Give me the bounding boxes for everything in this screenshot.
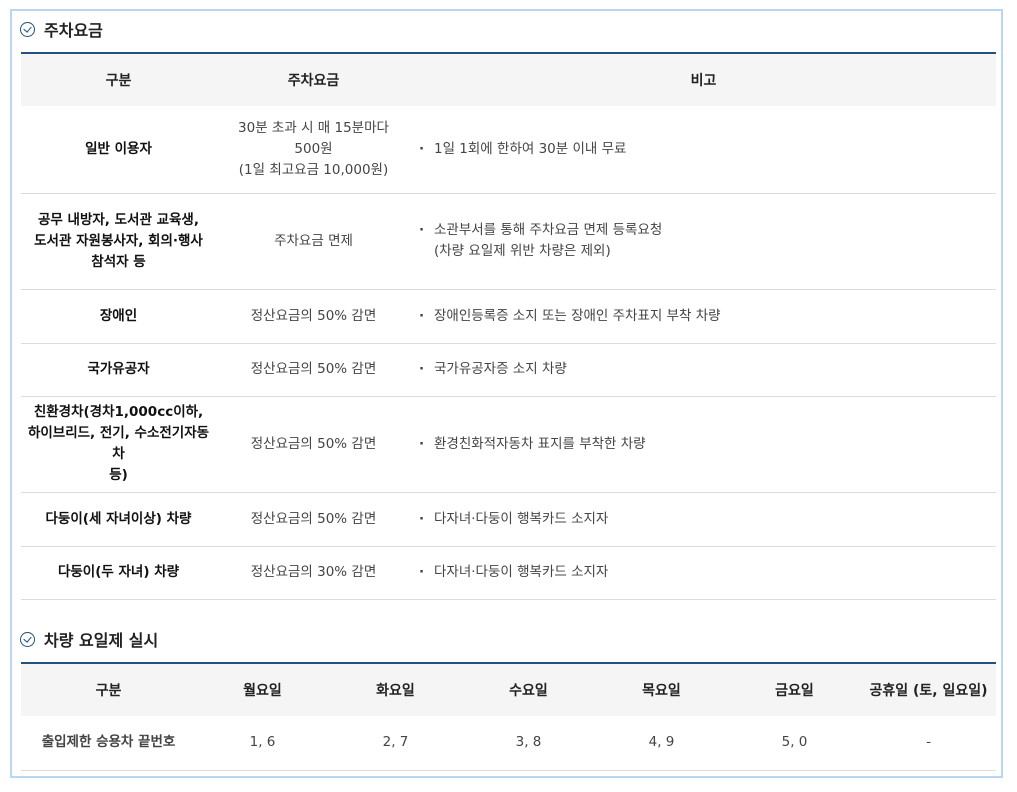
table-row: 장애인 정산요금의 50% 감면 · 장애인등록증 소지 또는 장애인 주차표지 부착… [21,289,996,344]
table-row: 출입제한 승용차 끝번호 1, 6 2, 7 3, 8 4, 9 5, 0- [21,716,996,771]
fee-section-title: 주차요금 [20,17,103,41]
fee-cell-line: 정산요금의 50% 감면 [250,435,377,452]
category-cell: 친환경차(경차1,000cc이하, 하이브리드, 전기, 수소전기자동차등) [21,396,216,493]
category-cell-line: 도서관 자원봉사자, 회의·행사 [34,232,203,249]
note-cell: · 다자녀·다둥이 행복카드 소지자 [411,546,996,600]
category-cell: 공무 내방자, 도서관 교육생, 도서관 자원봉사자, 회의·행사참석자 등 [21,193,216,290]
fee-cell: 주차요금 면제 [216,193,411,290]
parking-fee-table: 구분 주차요금 비고 일반 이용자 30분 초과 시 매 15분마다 500원 (1일… [21,52,996,600]
header-cell: 목요일 [595,662,728,716]
fee-section-title-text: 주차요금 [44,21,103,40]
plate-number-cell: 5, 0 [728,716,861,771]
category-cell: 국가유공자 [21,343,216,397]
table-row: 공무 내방자, 도서관 교육생, 도서관 자원봉사자, 회의·행사참석자 등 주차요… [21,193,996,290]
header-cell: 금요일 [728,662,861,716]
note-text: 소관부서를 통해 주차요금 면제 등록요청 [434,222,663,238]
rotation-section-title-text: 차량 요일제 실시 [44,631,159,650]
category-cell-line: 참석자 등 [91,253,146,270]
fee-cell: 정산요금의 30% 감면 [216,546,411,600]
header-cell: 공휴일 (토, 일요일) [861,662,996,716]
plate-number-cell: 2, 7 [329,716,462,771]
table-row: 친환경차(경차1,000cc이하, 하이브리드, 전기, 수소전기자동차등) 정산요… [21,396,996,493]
fee-cell-line: 500원 [294,140,333,157]
note-text: 다자녀·다둥이 행복카드 소지자 [434,510,609,527]
fee-cell-line: 정산요금의 50% 감면 [250,307,377,324]
category-cell: 다둥이(두 자녀) 차량 [21,546,216,600]
fee-cell: 정산요금의 50% 감면 [216,396,411,493]
fee-cell-line: (1일 최고요금 10,000원) [238,161,389,178]
check-circle-icon [20,21,35,37]
header-category: 구분 [21,52,216,106]
bullet-marker: · [419,307,425,324]
category-cell-line: 장애인 [99,307,138,324]
category-cell-line: 다둥이(두 자녀) 차량 [57,564,180,580]
fee-cell: 정산요금의 50% 감면 [216,343,411,397]
header-fee: 주차요금 [216,52,411,106]
category-cell-line: 공무 내방자, 도서관 교육생, [38,211,199,228]
category-cell-line: 국가유공자 [87,361,150,377]
note-text: 국가유공자증 소지 차량 [434,361,567,377]
bullet-marker: · [419,140,425,157]
bullet-marker: · [419,435,425,452]
category-cell: 출입제한 승용차 끝번호 [21,716,196,771]
note-text: 환경친화적자동차 표지를 부착한 차량 [434,435,646,452]
note-cell: · 국가유공자증 소지 차량 [411,343,996,397]
note-cell: · 소관부서를 통해 주차요금 면제 등록요청 (차량 요일제 위반 차량은 제외) [411,193,996,290]
category-cell-line: 다둥이(세 자녀이상) 차량 [45,510,192,527]
category-cell: 다둥이(세 자녀이상) 차량 [21,492,216,547]
table-row: 다둥이(세 자녀이상) 차량 정산요금의 50% 감면 · 다자녀·다둥이 행복카드 … [21,492,996,547]
fee-cell-line: 정산요금의 50% 감면 [250,361,377,377]
bullet-marker: · [419,361,425,377]
category-cell-line: 일반 이용자 [85,140,152,157]
note-text: 다자녀·다둥이 행복카드 소지자 [434,564,609,580]
fee-cell-line: 30분 초과 시 매 15분마다 [238,119,389,136]
note-text: 장애인등록증 소지 또는 장애인 주차표지 부착 차량 [434,307,721,324]
note-cell: · 환경친화적자동차 표지를 부착한 차량 [411,396,996,493]
fee-cell: 정산요금의 50% 감면 [216,492,411,547]
table-row: 일반 이용자 30분 초과 시 매 15분마다 500원 (1일 최고요금 10,00… [21,106,996,194]
fee-cell-line: 정산요금의 30% 감면 [250,564,377,580]
header-cell: 구분 [21,662,196,716]
plate-number-cell: 1, 6 [196,716,329,771]
table-row: 국가유공자 정산요금의 50% 감면 · 국가유공자증 소지 차량 [21,343,996,397]
category-cell: 일반 이용자 [21,106,216,194]
note-cell: · 장애인등록증 소지 또는 장애인 주차표지 부착 차량 [411,289,996,344]
rotation-section-title: 차량 요일제 실시 [20,627,158,651]
note-cell: · 1일 1회에 한하여 30분 이내 무료 [411,106,996,194]
table-header-row: 구분 주차요금 비고 [21,52,996,106]
fee-cell-line: 정산요금의 50% 감면 [250,510,377,527]
category-cell-line: 친환경차(경차1,000cc이하, [33,404,204,420]
table-row: 다둥이(두 자녀) 차량 정산요금의 30% 감면 · 다자녀·다둥이 행복카드 소지… [21,546,996,600]
plate-number-cell: - [861,716,996,771]
header-cell: 월요일 [196,662,329,716]
note-text: 1일 1회에 한하여 30분 이내 무료 [434,140,627,157]
bullet-marker: · [419,564,425,580]
fee-cell-line: 주차요금 면제 [274,232,353,249]
category-cell-line: 하이브리드, 전기, 수소전기자동차 [27,425,210,462]
table-header-row: 구분 월요일 화요일 수요일 목요일 금요일 공휴일 (토, 일요일) [21,662,996,716]
plate-number-cell: 3, 8 [462,716,595,771]
note-cell: · 다자녀·다둥이 행복카드 소지자 [411,492,996,547]
fee-cell: 30분 초과 시 매 15분마다 500원 (1일 최고요금 10,000원) [216,106,411,194]
fee-cell: 정산요금의 50% 감면 [216,289,411,344]
bullet-marker [419,241,434,262]
plate-number-cell: 4, 9 [595,716,728,771]
header-note: 비고 [411,52,996,106]
note-text: (차량 요일제 위반 차량은 제외) [434,243,611,259]
category-cell: 장애인 [21,289,216,344]
category-cell-line: 등) [109,467,128,483]
header-cell: 화요일 [329,662,462,716]
header-cell: 수요일 [462,662,595,716]
bullet-marker: · [419,510,425,527]
vehicle-rotation-table: 구분 월요일 화요일 수요일 목요일 금요일 공휴일 (토, 일요일) 출입제한 승용차 끝… [21,662,996,771]
check-circle-icon [20,631,35,647]
bullet-marker: · [419,222,425,238]
